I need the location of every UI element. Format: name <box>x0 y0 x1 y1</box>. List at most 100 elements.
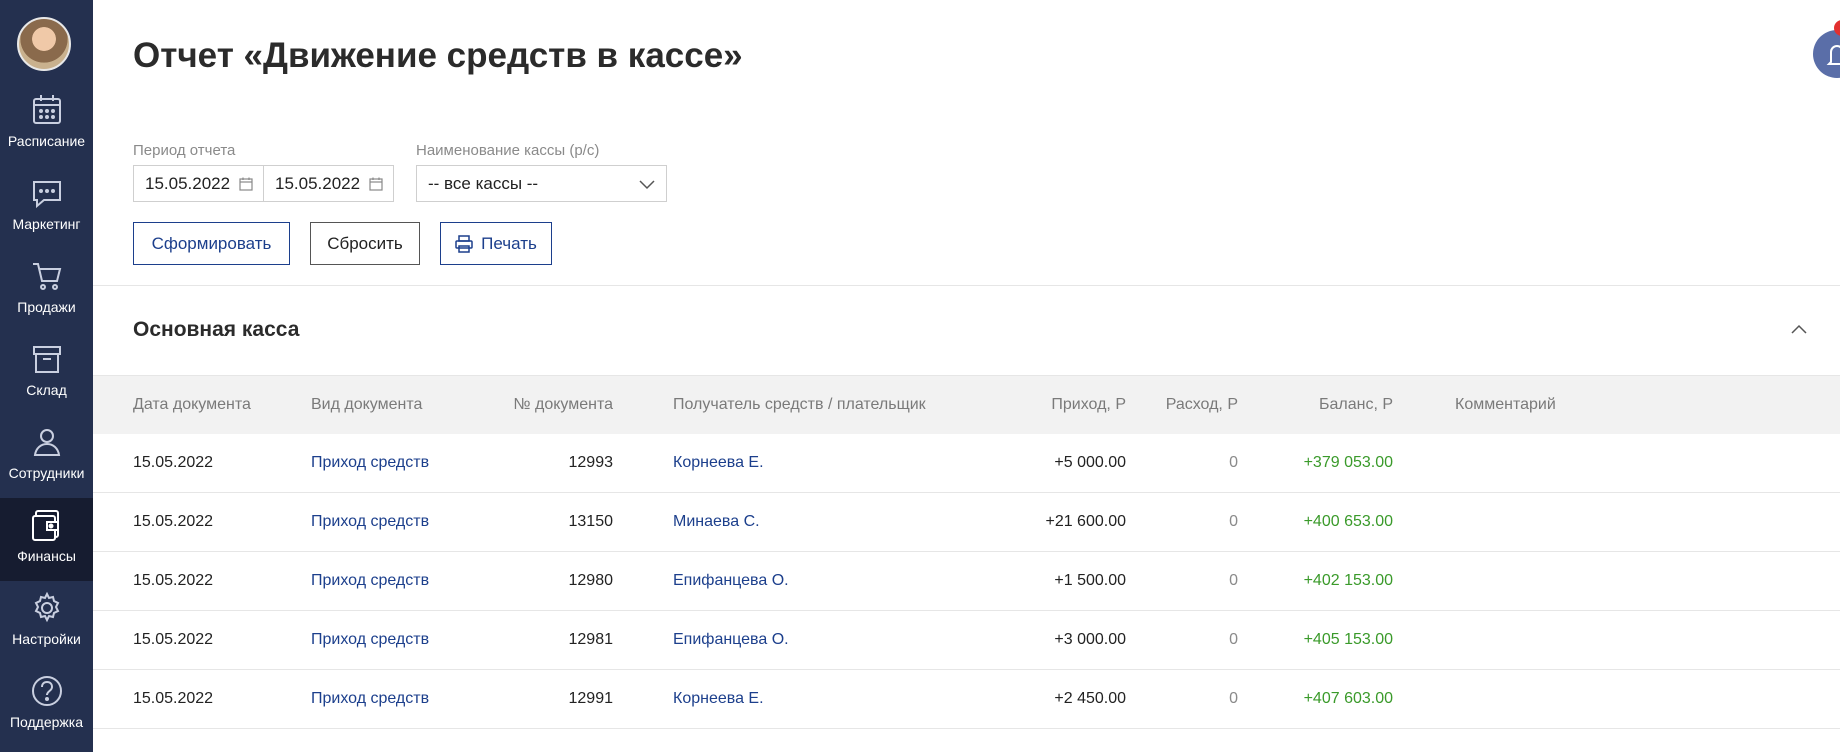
row-income: +1 500.00 <box>1054 572 1126 589</box>
sidebar-item-label: Поддержка <box>9 714 84 730</box>
row-type-link[interactable]: Приход средств <box>311 670 501 728</box>
row-balance: +379 053.00 <box>1303 454 1393 471</box>
sidebar-item-label: Склад <box>26 382 67 398</box>
table-row: 15.05.2022 Приход средств 12993 Корнеева… <box>93 434 1840 493</box>
sidebar-item-label: Сотрудники <box>8 465 85 481</box>
chevron-up-icon[interactable] <box>1790 322 1808 336</box>
calendar-icon <box>32 95 61 124</box>
row-date: 15.05.2022 <box>133 631 214 648</box>
row-expense: 0 <box>1229 513 1238 530</box>
row-type-link[interactable]: Приход средств <box>311 552 501 610</box>
reset-button[interactable]: Сбросить <box>310 222 420 265</box>
date-to-input[interactable]: 15.05.2022 <box>263 165 394 202</box>
generate-button[interactable]: Сформировать <box>133 222 290 265</box>
row-type-link[interactable]: Приход средств <box>311 611 501 669</box>
row-expense: 0 <box>1229 690 1238 707</box>
notification-button[interactable] <box>1813 30 1840 78</box>
person-icon <box>33 429 60 456</box>
row-income: +3 000.00 <box>1054 631 1126 648</box>
row-type-link[interactable]: Приход средств <box>311 493 501 551</box>
cash-select[interactable]: -- все кассы -- <box>416 165 667 202</box>
row-number: 12980 <box>568 572 614 589</box>
row-payer-link[interactable]: Корнеева Е. <box>673 434 1003 492</box>
sidebar-item-schedule[interactable]: Расписание <box>0 83 93 166</box>
header-income: Приход, Р <box>1051 396 1126 413</box>
sidebar-item-marketing[interactable]: Маркетинг <box>0 166 93 249</box>
row-balance: +400 653.00 <box>1303 513 1393 530</box>
header-number: № документа <box>513 396 613 413</box>
row-number: 12981 <box>568 631 614 648</box>
sidebar-item-label: Продажи <box>17 299 76 315</box>
date-from-value: 15.05.2022 <box>145 174 231 193</box>
header-balance: Баланс, Р <box>1318 396 1393 413</box>
header-date: Дата документа <box>133 396 251 413</box>
period-label: Период отчета <box>133 142 236 159</box>
cash-report-table: Дата документа Вид документа № документа… <box>93 375 1840 729</box>
chat-icon <box>32 181 61 209</box>
row-number: 12993 <box>568 454 614 471</box>
row-payer-link[interactable]: Епифанцева О. <box>673 552 1003 610</box>
row-payer-link[interactable]: Корнеева Е. <box>673 670 1003 728</box>
row-expense: 0 <box>1229 631 1238 648</box>
row-payer-link[interactable]: Минаева С. <box>673 493 1003 551</box>
row-date: 15.05.2022 <box>133 690 214 707</box>
row-balance: +405 153.00 <box>1303 631 1393 648</box>
main-content: Отчет «Движение средств в кассе» Период … <box>93 0 1840 752</box>
row-number: 13150 <box>568 513 614 530</box>
row-date: 15.05.2022 <box>133 513 214 530</box>
sidebar-item-label: Финансы <box>17 548 76 564</box>
row-expense: 0 <box>1229 572 1238 589</box>
archive-box-icon <box>32 346 61 373</box>
gear-icon <box>34 591 59 623</box>
cash-select-value: -- все кассы -- <box>428 174 539 193</box>
row-type-link[interactable]: Приход средств <box>311 434 501 492</box>
question-icon <box>31 676 62 706</box>
cash-label: Наименование кассы (р/с) <box>416 142 600 159</box>
calendar-icon <box>239 177 253 191</box>
sidebar-item-support[interactable]: Поддержка <box>0 664 93 747</box>
row-income: +21 600.00 <box>1045 513 1126 530</box>
sidebar-item-sales[interactable]: Продажи <box>0 249 93 332</box>
cart-icon <box>32 263 61 290</box>
chevron-down-icon <box>639 180 655 190</box>
sidebar-item-settings[interactable]: Настройки <box>0 581 93 664</box>
wallet-icon <box>31 510 59 541</box>
date-from-input[interactable]: 15.05.2022 <box>133 165 264 202</box>
row-income: +5 000.00 <box>1054 454 1126 471</box>
header-type: Вид документа <box>311 396 423 413</box>
row-payer-link[interactable]: Епифанцева О. <box>673 611 1003 669</box>
sidebar-item-finance[interactable]: Финансы <box>0 498 93 581</box>
row-comment <box>1455 552 1755 610</box>
avatar[interactable] <box>17 17 71 71</box>
header-expense: Расход, Р <box>1165 396 1238 413</box>
section-title: Основная касса <box>133 318 300 341</box>
table-row: 15.05.2022 Приход средств 12980 Епифанце… <box>93 552 1840 611</box>
page-title: Отчет «Движение средств в кассе» <box>133 36 743 75</box>
printer-icon <box>455 234 473 253</box>
row-comment <box>1455 493 1755 551</box>
sidebar-item-label: Настройки <box>12 631 81 647</box>
table-row: 15.05.2022 Приход средств 12991 Корнеева… <box>93 670 1840 729</box>
row-income: +2 450.00 <box>1054 690 1126 707</box>
row-comment <box>1455 670 1755 728</box>
app: Расписание Маркетинг Продажи Склад Сотру… <box>0 0 1840 752</box>
sidebar-item-staff[interactable]: Сотрудники <box>0 415 93 498</box>
row-balance: +402 153.00 <box>1303 572 1393 589</box>
date-to-value: 15.05.2022 <box>275 174 361 193</box>
print-button-label: Печать <box>481 233 537 253</box>
row-date: 15.05.2022 <box>133 572 214 589</box>
table-row: 15.05.2022 Приход средств 13150 Минаева … <box>93 493 1840 552</box>
row-comment <box>1455 434 1755 492</box>
table-row: 15.05.2022 Приход средств 12981 Епифанце… <box>93 611 1840 670</box>
table-header: Дата документа Вид документа № документа… <box>93 375 1840 434</box>
row-balance: +407 603.00 <box>1303 690 1393 707</box>
header-payer: Получатель средств / плательщик <box>673 396 926 413</box>
divider <box>93 285 1840 286</box>
row-number: 12991 <box>568 690 614 707</box>
row-expense: 0 <box>1229 454 1238 471</box>
bell-icon <box>1826 45 1840 65</box>
sidebar-item-label: Маркетинг <box>12 216 81 232</box>
sidebar-item-warehouse[interactable]: Склад <box>0 332 93 415</box>
print-button[interactable]: Печать <box>440 222 552 265</box>
calendar-icon <box>369 177 383 191</box>
